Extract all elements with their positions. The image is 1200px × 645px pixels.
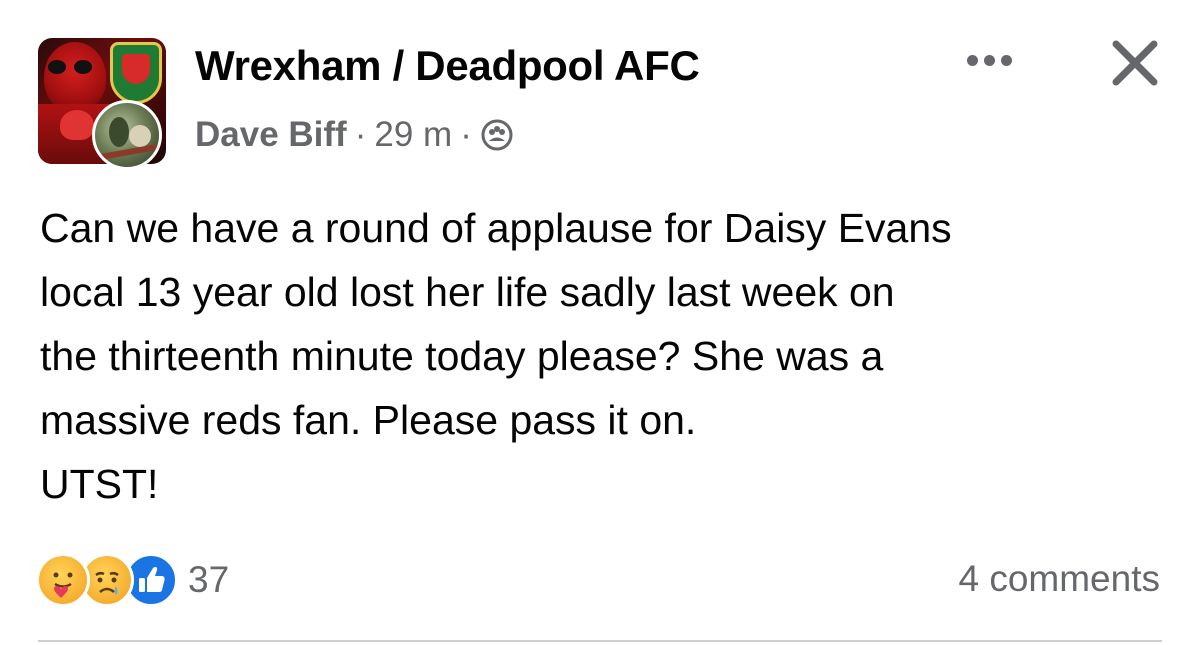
heart-graphic bbox=[60, 110, 94, 140]
meta-separator: · bbox=[460, 115, 472, 154]
post-timestamp[interactable]: 29 m bbox=[374, 115, 452, 155]
deadpool-head-graphic bbox=[44, 42, 106, 112]
post-body-text: Can we have a round of applause for Dais… bbox=[40, 205, 952, 507]
footer-divider bbox=[38, 640, 1162, 642]
deadpool-eye-right bbox=[74, 60, 92, 74]
post-meta: Dave Biff · 29 m · bbox=[195, 113, 514, 157]
reaction-count: 37 bbox=[188, 559, 230, 600]
author-name-link[interactable]: Dave Biff bbox=[195, 115, 347, 155]
close-icon[interactable] bbox=[1100, 28, 1170, 98]
deadpool-eye-left bbox=[48, 60, 66, 74]
care-reaction-icon bbox=[36, 553, 90, 607]
avatar-figure bbox=[129, 125, 151, 147]
avatar-detail bbox=[98, 143, 159, 161]
group-name-link[interactable]: Wrexham / Deadpool AFC bbox=[195, 42, 700, 90]
group-members-icon bbox=[480, 118, 514, 152]
user-avatar[interactable] bbox=[92, 100, 162, 170]
club-crest-shield bbox=[122, 54, 150, 84]
more-options-icon[interactable] bbox=[958, 40, 1020, 80]
meta-separator: · bbox=[354, 115, 367, 154]
facebook-post: Wrexham / Deadpool AFC Dave Biff · 29 m … bbox=[0, 0, 1200, 645]
comments-count-link[interactable]: 4 comments bbox=[958, 558, 1160, 600]
avatar-figure bbox=[109, 117, 129, 147]
reaction-summary[interactable]: 37 bbox=[36, 552, 229, 608]
